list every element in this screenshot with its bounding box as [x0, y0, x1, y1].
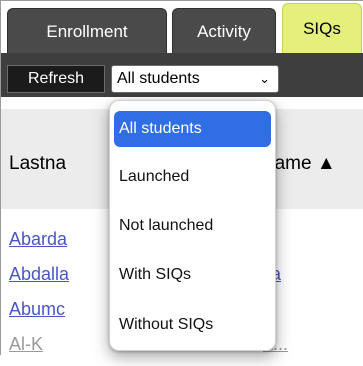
filter-option-without-siqs[interactable]: Without SIQs [114, 307, 271, 343]
column-header-lastname[interactable]: Lastna [9, 153, 66, 175]
tab-enrollment[interactable]: Enrollment [7, 8, 167, 53]
student-lastname-link[interactable]: Abarda [9, 229, 67, 250]
sort-ascending-icon: ▲ [316, 153, 336, 174]
student-lastname-link[interactable]: Al-K [9, 334, 43, 355]
filter-option-with-siqs[interactable]: With SIQs [114, 257, 271, 293]
tab-siqs[interactable]: SIQs [282, 3, 362, 53]
student-filter-value: All students [117, 70, 200, 87]
filter-option-all-students[interactable]: All students [114, 111, 271, 147]
student-filter-dropdown: All students Launched Not launched With … [109, 100, 276, 351]
filter-option-launched[interactable]: Launched [114, 159, 271, 195]
tab-activity[interactable]: Activity [172, 8, 276, 53]
student-filter-select[interactable]: All students ⌄ [111, 65, 279, 93]
filter-option-not-launched[interactable]: Not launched [114, 208, 271, 244]
tab-bar: Enrollment Activity SIQs [1, 1, 363, 53]
refresh-button[interactable]: Refresh [7, 65, 105, 93]
student-lastname-link[interactable]: Abdalla [9, 264, 69, 285]
chevron-down-icon: ⌄ [259, 71, 270, 86]
student-lastname-link[interactable]: Abumc [9, 299, 65, 320]
